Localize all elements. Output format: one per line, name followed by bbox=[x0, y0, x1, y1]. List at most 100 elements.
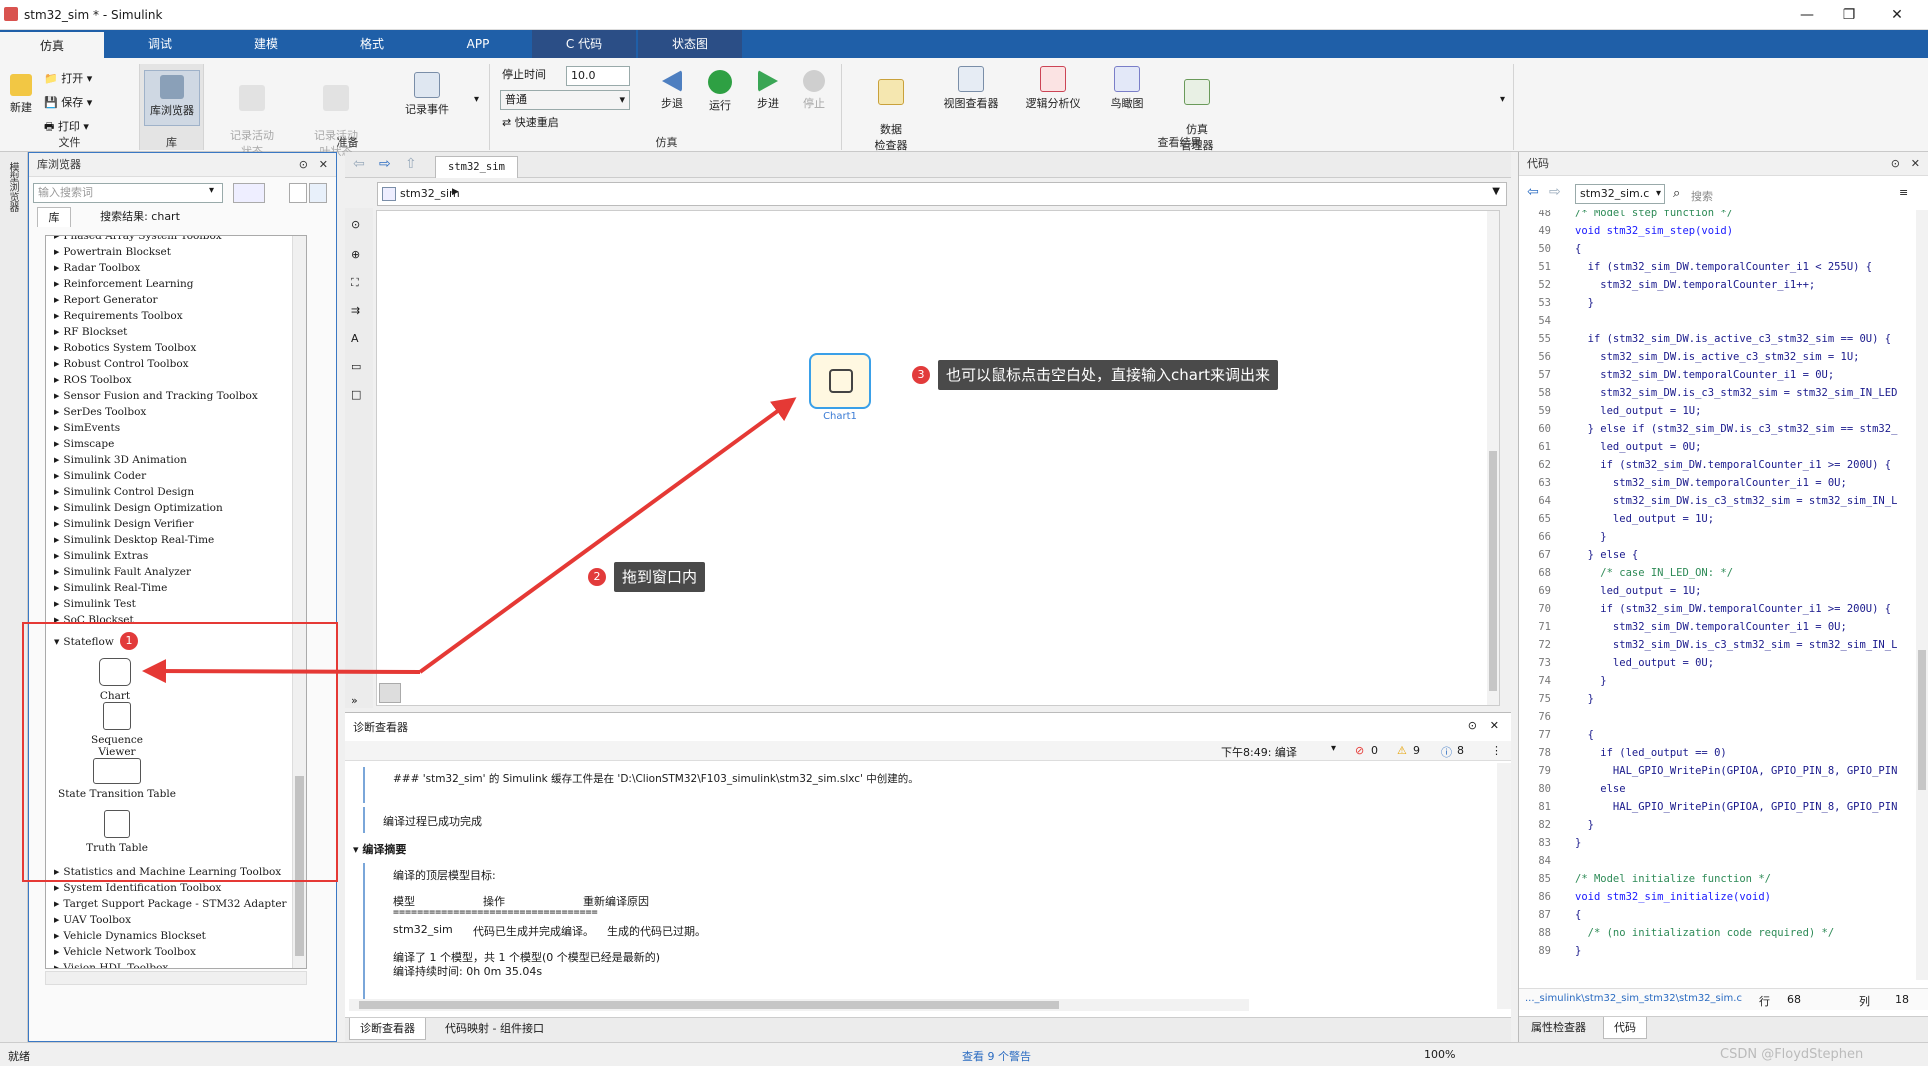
diag-menu-icon[interactable]: ⊙ bbox=[1468, 719, 1477, 732]
line-number: 72 bbox=[1538, 639, 1551, 651]
line-text: stm32_sim_DW.temporalCounter_i1 = 0U; bbox=[1575, 369, 1835, 381]
arrow-drag-horizontal bbox=[142, 659, 421, 684]
diag-summary-duration: 编译持续时间: 0h 0m 35.04s bbox=[393, 965, 543, 978]
tab-code[interactable]: 代码 bbox=[1603, 1017, 1647, 1039]
line-number: 57 bbox=[1538, 369, 1551, 381]
info-icon[interactable]: ⓘ bbox=[1441, 744, 1452, 760]
diag-h-scrollbar[interactable] bbox=[349, 999, 1249, 1011]
code-line: 61 led_output = 0U; bbox=[1519, 438, 1701, 456]
code-line: 63 stm32_sim_DW.temporalCounter_i1 = 0U; bbox=[1519, 474, 1847, 492]
warning-icon[interactable]: ⚠ bbox=[1397, 744, 1407, 757]
line-number: 54 bbox=[1538, 315, 1551, 327]
code-panel: 代码 ⊙ ✕ ⇦ ⇨ stm32_sim.c ▾ ⌕ 搜索 ≡ 48 /* Mode… bbox=[1518, 152, 1928, 1042]
line-text: } bbox=[1575, 945, 1582, 957]
line-text: led_output = 0U; bbox=[1575, 441, 1702, 453]
code-tabs: 属性检查器 代码 bbox=[1519, 1016, 1928, 1042]
line-number: 67 bbox=[1538, 549, 1551, 561]
line-number: 75 bbox=[1538, 693, 1551, 705]
diag-line-success: 编译过程已成功完成 bbox=[383, 815, 482, 828]
diag-dropdown-icon[interactable]: ▾ bbox=[1331, 743, 1336, 754]
code-file-select[interactable]: stm32_sim.c ▾ bbox=[1575, 184, 1665, 204]
code-back-icon[interactable]: ⇦ bbox=[1527, 184, 1539, 200]
code-line: 87 { bbox=[1519, 906, 1581, 924]
code-row-value: 68 bbox=[1787, 993, 1801, 1006]
line-number: 74 bbox=[1538, 675, 1551, 687]
diagnostic-title: 诊断查看器 bbox=[353, 721, 408, 734]
line-number: 83 bbox=[1538, 837, 1551, 849]
tab-code-mapping[interactable]: 代码映射 - 组件接口 bbox=[435, 1018, 554, 1040]
code-line: 60 } else if (stm32_sim_DW.is_c3_stm32_s… bbox=[1519, 420, 1897, 438]
line-number: 62 bbox=[1538, 459, 1551, 471]
code-line: 67 } else { bbox=[1519, 546, 1638, 564]
diag-row-reason: 生成的代码已过期。 bbox=[607, 925, 706, 938]
step-2-badge: 2 bbox=[588, 568, 606, 586]
code-line: 64 stm32_sim_DW.is_c3_stm32_sim = stm32_… bbox=[1519, 492, 1897, 510]
line-text: HAL_GPIO_WritePin(GPIOA, GPIO_PIN_8, GPI… bbox=[1575, 801, 1898, 813]
line-text: led_output = 1U; bbox=[1575, 585, 1702, 597]
diagnostic-viewer: 诊断查看器 ⊙ ✕ 下午8:49: 编译 ▾ ⊘ 0 ⚠ 9 ⓘ 8 ⋮ ###… bbox=[345, 712, 1511, 1043]
more-icon[interactable]: ⋮ bbox=[1491, 744, 1502, 757]
code-scrollbar[interactable] bbox=[1916, 210, 1928, 980]
info-count: 8 bbox=[1457, 744, 1464, 757]
tab-diagnostics[interactable]: 诊断查看器 bbox=[349, 1018, 426, 1040]
line-number: 87 bbox=[1538, 909, 1551, 921]
code-forward-icon[interactable]: ⇨ bbox=[1549, 184, 1561, 200]
code-file-path[interactable]: ..._simulink\stm32_sim_stm32\stm32_sim.c bbox=[1525, 993, 1742, 1004]
line-text: } else { bbox=[1575, 549, 1639, 561]
callout-type-chart: 也可以鼠标点击空白处，直接输入chart来调出来 bbox=[938, 360, 1278, 390]
line-number: 78 bbox=[1538, 747, 1551, 759]
line-text: /* case IN_LED_ON: */ bbox=[1575, 567, 1734, 579]
line-number: 66 bbox=[1538, 531, 1551, 543]
code-panel-header: 代码 ⊙ ✕ bbox=[1519, 152, 1928, 176]
line-text: if (stm32_sim_DW.temporalCounter_i1 < 25… bbox=[1575, 261, 1873, 273]
diag-summary-targets: 编译的顶层模型目标: bbox=[393, 869, 496, 882]
diag-separator: ================================== bbox=[393, 907, 598, 918]
line-text: stm32_sim_DW.temporalCounter_i1++; bbox=[1575, 279, 1816, 291]
diag-h-thumb[interactable] bbox=[359, 1001, 1059, 1009]
line-number: 76 bbox=[1538, 711, 1551, 723]
diag-summary-header[interactable]: ▾ 编译摘要 bbox=[353, 841, 406, 857]
code-line: 55 if (stm32_sim_DW.is_active_c3_stm32_s… bbox=[1519, 330, 1891, 348]
code-menu-lines-icon[interactable]: ≡ bbox=[1899, 186, 1908, 199]
code-scroll-thumb[interactable] bbox=[1918, 650, 1926, 790]
error-icon[interactable]: ⊘ bbox=[1355, 744, 1364, 757]
line-text: stm32_sim_DW.is_c3_stm32_sim = stm32_sim… bbox=[1575, 387, 1898, 399]
code-search-icon[interactable]: ⌕ bbox=[1673, 186, 1680, 201]
code-line: 65 led_output = 1U; bbox=[1519, 510, 1714, 528]
line-text: stm32_sim_DW.temporalCounter_i1 = 0U; bbox=[1575, 621, 1847, 633]
line-number: 61 bbox=[1538, 441, 1551, 453]
line-text: { bbox=[1575, 243, 1582, 255]
line-text: } bbox=[1575, 297, 1594, 309]
line-text: stm32_sim_DW.temporalCounter_i1 = 0U; bbox=[1575, 477, 1847, 489]
line-text: { bbox=[1575, 909, 1582, 921]
line-number: 52 bbox=[1538, 279, 1551, 291]
code-line: 84 bbox=[1519, 852, 1575, 870]
code-line: 53 } bbox=[1519, 294, 1594, 312]
line-number: 51 bbox=[1538, 261, 1551, 273]
line-number: 60 bbox=[1538, 423, 1551, 435]
code-line: 52 stm32_sim_DW.temporalCounter_i1++; bbox=[1519, 276, 1815, 294]
tab-property-inspector[interactable]: 属性检查器 bbox=[1523, 1017, 1594, 1039]
code-view[interactable]: 48 /* Model step function */ 49 void stm32_… bbox=[1519, 210, 1915, 980]
diag-time[interactable]: 下午8:49: 编译 bbox=[1221, 744, 1297, 760]
line-number: 85 bbox=[1538, 873, 1551, 885]
code-close-icon[interactable]: ✕ bbox=[1911, 152, 1920, 176]
line-text: led_output = 0U; bbox=[1575, 657, 1715, 669]
code-line: 51 if (stm32_sim_DW.temporalCounter_i1 <… bbox=[1519, 258, 1872, 276]
code-line: 77 { bbox=[1519, 726, 1594, 744]
code-search-input[interactable]: 搜索 bbox=[1691, 188, 1713, 204]
line-number: 56 bbox=[1538, 351, 1551, 363]
status-warnings-link[interactable]: 查看 9 个警告 bbox=[962, 1048, 1031, 1064]
diag-close-icon[interactable]: ✕ bbox=[1490, 719, 1499, 732]
line-text: HAL_GPIO_WritePin(GPIOA, GPIO_PIN_8, GPI… bbox=[1575, 765, 1898, 777]
line-number: 88 bbox=[1538, 927, 1551, 939]
code-menu-icon[interactable]: ⊙ bbox=[1891, 152, 1900, 176]
line-text: if (stm32_sim_DW.temporalCounter_i1 >= 2… bbox=[1575, 459, 1892, 471]
code-line: 81 HAL_GPIO_WritePin(GPIOA, GPIO_PIN_8, … bbox=[1519, 798, 1897, 816]
code-file-name: stm32_sim.c bbox=[1580, 187, 1650, 200]
line-text: } else if (stm32_sim_DW.is_c3_stm32_sim … bbox=[1575, 423, 1898, 435]
diag-scrollbar[interactable] bbox=[1497, 763, 1511, 1009]
code-line: 58 stm32_sim_DW.is_c3_stm32_sim = stm32_… bbox=[1519, 384, 1897, 402]
line-number: 59 bbox=[1538, 405, 1551, 417]
code-line: 57 stm32_sim_DW.temporalCounter_i1 = 0U; bbox=[1519, 366, 1834, 384]
